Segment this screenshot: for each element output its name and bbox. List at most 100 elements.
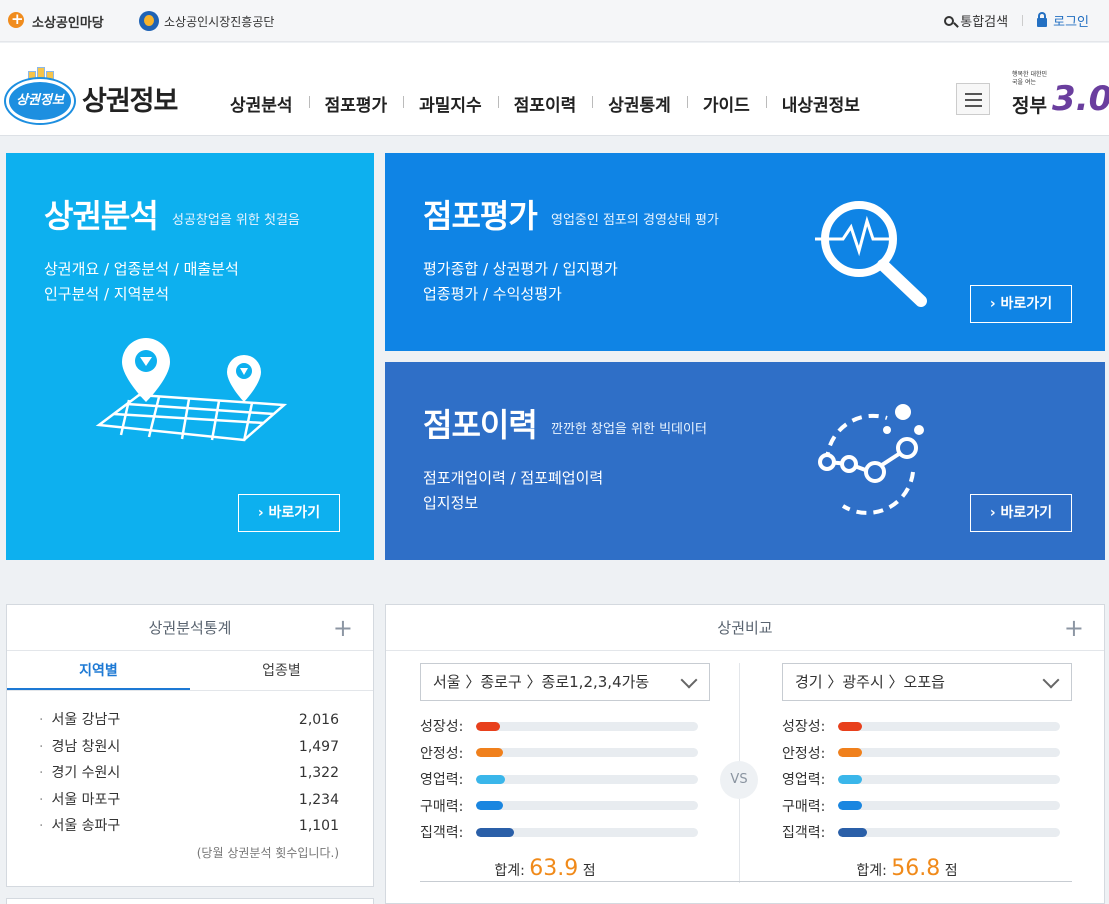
- nav-item-store-history[interactable]: 점포이력: [497, 91, 593, 116]
- left-total-score: 63.9: [529, 855, 579, 881]
- region-name: 경남 창원시: [39, 734, 120, 761]
- region-count: 1,322: [298, 765, 339, 781]
- integrated-search-link[interactable]: 통합검색: [944, 11, 1008, 30]
- login-link[interactable]: 로그인: [1037, 11, 1089, 30]
- metric-bar-track: [476, 827, 698, 837]
- card-eval-go-button[interactable]: › 바로가기: [970, 285, 1072, 323]
- metric-row: 영업력:: [420, 766, 710, 793]
- stats-panel-title: 상권분석통계: [148, 619, 232, 637]
- card-hist-links-line2[interactable]: 입지정보: [423, 491, 603, 516]
- semas-link[interactable]: 소상공인시장진흥공단: [138, 10, 274, 32]
- metric-bar-track: [838, 774, 1060, 784]
- map-pins-icon: [95, 338, 288, 442]
- compare-bottom-divider: [420, 881, 1072, 882]
- nav-item-guide[interactable]: 가이드: [686, 91, 766, 116]
- stats-list: 서울 강남구 2,016 경남 창원시 1,497 경기 수원시 1,322 서…: [7, 691, 373, 840]
- semas-label: 소상공인시장진흥공단: [164, 14, 275, 29]
- compare-panel-header: 상권비교 +: [386, 605, 1104, 651]
- region-name: 서울 송파구: [39, 813, 120, 840]
- metric-bar-track: [838, 801, 1060, 811]
- region-count: 1,234: [298, 791, 339, 808]
- card-analysis-links-line2[interactable]: 인구분석 / 지역분석: [44, 282, 239, 307]
- left-region-value: 서울 〉종로구 〉종로1,2,3,4가동: [433, 673, 650, 691]
- metric-bar-fill: [838, 774, 863, 784]
- metric-bar-track: [476, 774, 698, 784]
- card-eval-links: 평가종합 / 상권평가 / 입지평가 업종평가 / 수익성평가: [423, 257, 618, 307]
- logo-badge: 상권정보: [6, 79, 74, 123]
- card-hist-subtitle: 깐깐한 창업을 위한 빅데이터: [551, 422, 707, 437]
- gov3-number: 3.0: [1052, 79, 1109, 119]
- metric-row: 집객력:: [420, 819, 710, 846]
- sosang-madang-link[interactable]: 소상공인마당: [6, 10, 104, 32]
- card-store-eval[interactable]: 점포평가 영업중인 점포의 경영상태 평가 평가종합 / 상권평가 / 입지평가…: [385, 153, 1105, 351]
- card-analysis-links: 상권개요 / 업종분석 / 매출분석 인구분석 / 지역분석: [44, 257, 239, 307]
- stats-more-plus-icon[interactable]: +: [333, 605, 353, 651]
- list-item: 경기 수원시 1,322: [39, 760, 339, 787]
- next-panel-edge: [6, 898, 374, 904]
- vs-badge: VS: [720, 761, 758, 799]
- tab-by-industry[interactable]: 업종별: [190, 651, 373, 690]
- search-icon: [944, 15, 955, 26]
- compare-more-plus-icon[interactable]: +: [1064, 605, 1084, 651]
- chevron-down-icon: [680, 671, 698, 689]
- total-label: 합계:: [494, 862, 525, 879]
- site-logo[interactable]: 상권정보: [6, 65, 76, 125]
- sosang-madang-label: 소상공인마당: [32, 15, 104, 31]
- metric-label: 집객력:: [782, 825, 826, 842]
- metric-bar-fill: [476, 801, 503, 811]
- right-region-select[interactable]: 경기 〉광주시 〉오포읍: [782, 663, 1072, 701]
- region-count: 2,016: [298, 712, 339, 728]
- region-name: 서울 마포구: [39, 787, 120, 814]
- hamburger-menu-button[interactable]: [956, 83, 990, 115]
- metric-bar-fill: [476, 774, 505, 784]
- metric-row: 구매력:: [782, 793, 1072, 820]
- left-total: 합계: 63.9 점: [420, 856, 710, 881]
- card-hist-go-button[interactable]: › 바로가기: [970, 494, 1072, 532]
- nav-item-statistics[interactable]: 상권통계: [592, 91, 687, 116]
- gov3-word: 정부: [1012, 95, 1047, 117]
- right-total: 합계: 56.8 점: [782, 856, 1072, 881]
- nav-item-my-area[interactable]: 내상권정보: [765, 91, 876, 116]
- card-analysis-links-line1[interactable]: 상권개요 / 업종분석 / 매출분석: [44, 257, 239, 282]
- metric-row: 영업력:: [782, 766, 1072, 793]
- metric-label: 집객력:: [420, 825, 464, 842]
- analysis-stats-panel: 상권분석통계 + 지역별 업종별 서울 강남구 2,016 경남 창원시 1,4…: [6, 604, 374, 887]
- stats-panel-header: 상권분석통계 +: [7, 605, 373, 651]
- left-metrics: 성장성: 안정성: 영업력: 구매력: 집객력:: [420, 713, 710, 846]
- site-header: 상권정보 상권정보 상권분석 점포평가 과밀지수 점포이력 상권통계 가이드 내…: [0, 43, 1109, 136]
- card-hist-links: 점포개업이력 / 점포폐업이력 입지정보: [423, 466, 603, 516]
- metric-bar-fill: [838, 748, 863, 758]
- list-item: 서울 송파구 1,101: [39, 813, 339, 840]
- score-unit: 점: [582, 862, 596, 879]
- total-label: 합계:: [856, 862, 887, 879]
- metric-bar-track: [838, 721, 1060, 731]
- nav-item-store-eval[interactable]: 점포평가: [308, 91, 404, 116]
- nav-item-analysis[interactable]: 상권분석: [214, 91, 309, 116]
- stats-tabs: 지역별 업종별: [7, 651, 373, 691]
- card-store-history[interactable]: 점포이력 깐깐한 창업을 위한 빅데이터 점포개업이력 / 점포폐업이력 입지정…: [385, 362, 1105, 560]
- metric-label: 성장성:: [420, 719, 464, 736]
- metric-bar-fill: [838, 801, 863, 811]
- right-region-value: 경기 〉광주시 〉오포읍: [795, 673, 945, 691]
- metric-label: 안정성:: [782, 745, 826, 762]
- card-eval-subtitle: 영업중인 점포의 경영상태 평가: [551, 213, 719, 228]
- divider: [1022, 15, 1024, 26]
- semas-logo-icon: [138, 10, 160, 32]
- card-eval-links-line2[interactable]: 업종평가 / 수익성평가: [423, 282, 618, 307]
- left-region-select[interactable]: 서울 〉종로구 〉종로1,2,3,4가동: [420, 663, 710, 701]
- card-analysis-title: 상권분석: [44, 197, 159, 235]
- nav-item-density-index[interactable]: 과밀지수: [403, 91, 498, 116]
- metric-bar-track: [476, 748, 698, 758]
- metric-row: 안정성:: [420, 740, 710, 767]
- metric-bar-fill: [476, 721, 501, 731]
- compare-left-column: 서울 〉종로구 〉종로1,2,3,4가동 성장성: 안정성: 영업력: 구매력: 집객력…: [420, 663, 710, 881]
- card-analysis-go-button[interactable]: › 바로가기: [238, 494, 340, 532]
- region-name: 서울 강남구: [39, 707, 120, 734]
- metric-label: 영업력:: [782, 772, 826, 789]
- site-title[interactable]: 상권정보: [82, 79, 178, 118]
- tab-by-region[interactable]: 지역별: [7, 651, 190, 690]
- card-hist-links-line1[interactable]: 점포개업이력 / 점포폐업이력: [423, 466, 603, 491]
- metric-bar-track: [838, 827, 1060, 837]
- card-analysis[interactable]: 상권분석 성공창업을 위한 첫걸음 상권개요 / 업종분석 / 매출분석 인구분…: [6, 153, 374, 560]
- card-eval-links-line1[interactable]: 평가종합 / 상권평가 / 입지평가: [423, 257, 618, 282]
